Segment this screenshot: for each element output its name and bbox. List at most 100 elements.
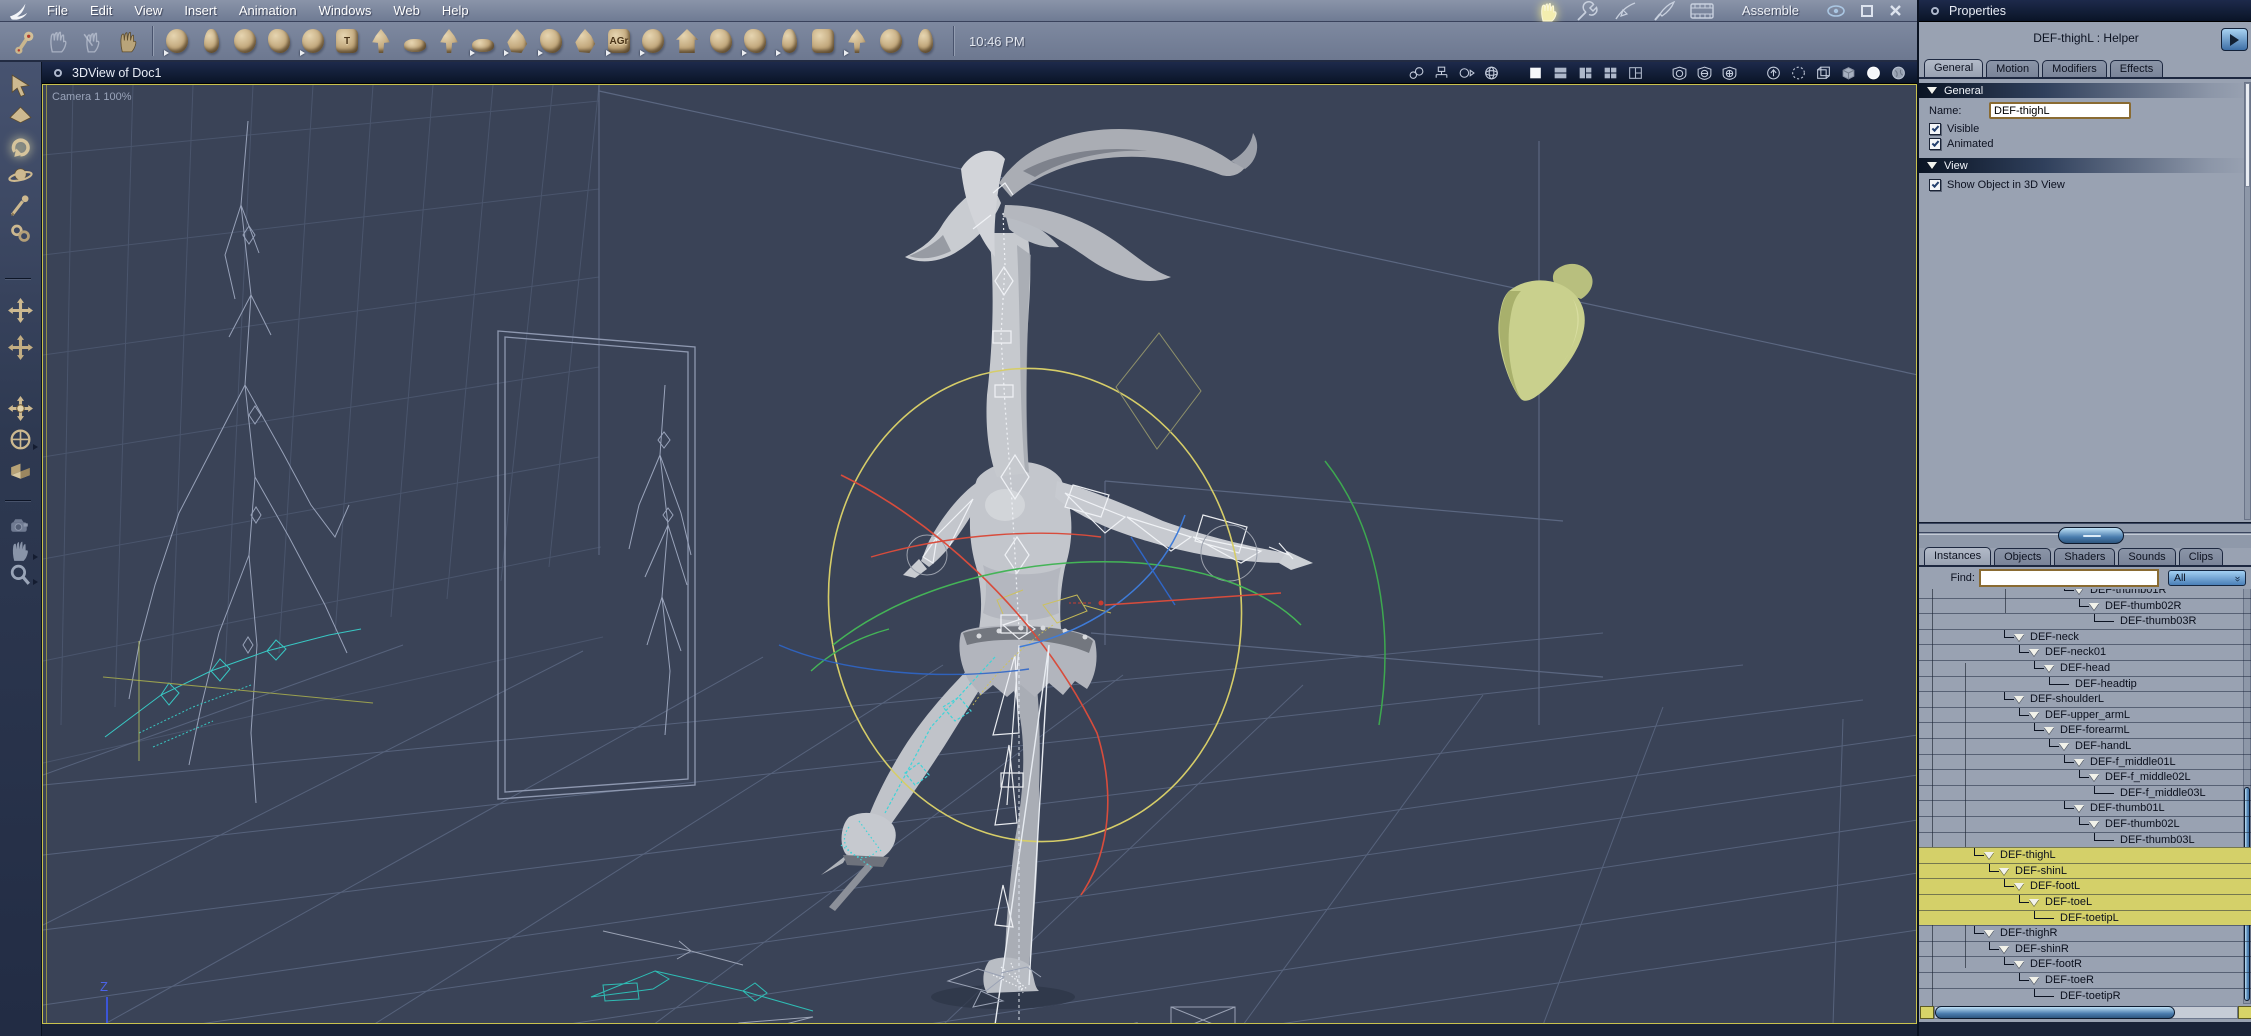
tree-row-DEF-toeL[interactable]: DEF-toeL <box>1919 894 2251 910</box>
checkbox[interactable] <box>1929 138 1941 150</box>
expand-triangle-icon[interactable] <box>2014 961 2024 969</box>
expand-triangle-icon[interactable] <box>1999 867 2009 875</box>
select-arrow-tool-icon[interactable] <box>7 72 34 99</box>
house-primitive-icon[interactable] <box>672 25 702 57</box>
filter-dropdown[interactable]: All » <box>2168 570 2246 586</box>
sphere-primitive-icon[interactable] <box>162 25 192 57</box>
vase-primitive-icon[interactable] <box>196 25 226 57</box>
checkbox-row-animated[interactable]: Animated <box>1929 137 1993 151</box>
tree-row-DEF-f_middle03L[interactable]: DEF-f_middle03L <box>1919 784 2251 801</box>
horizontal-scrollbar[interactable] <box>1919 1005 2251 1021</box>
camera-label[interactable]: Camera 1 100% <box>52 91 132 103</box>
crystal-primitive-icon[interactable] <box>570 25 600 57</box>
geosphere-primitive-icon[interactable] <box>230 25 260 57</box>
anything-grows-icon[interactable]: AGr <box>604 25 634 57</box>
layout-corner-icon[interactable] <box>1626 65 1644 80</box>
expand-triangle-icon[interactable] <box>2029 977 2039 984</box>
textured-shade-icon[interactable] <box>1889 65 1907 80</box>
expand-triangle-icon[interactable] <box>2014 633 2024 641</box>
wireframe-box-icon[interactable] <box>1814 65 1832 80</box>
gears-icon[interactable] <box>638 25 668 57</box>
move-xy-tool-icon[interactable] <box>7 297 34 324</box>
expand-triangle-icon[interactable] <box>2089 774 2099 782</box>
target-icon[interactable] <box>876 25 906 57</box>
tree-row-DEF-toetipL[interactable]: DEF-toetipL <box>1919 909 2251 926</box>
hand-modifier-icon[interactable] <box>740 25 770 57</box>
tree-row-DEF-head[interactable]: DEF-head <box>1919 660 2251 676</box>
tab-motion[interactable]: Motion <box>1986 60 2040 77</box>
tab-modifiers[interactable]: Modifiers <box>2042 60 2107 77</box>
fire-primitive-icon[interactable] <box>502 25 532 57</box>
texture-pen-room-icon[interactable] <box>1612 0 1640 22</box>
tree-row-DEF-shoulderL[interactable]: DEF-shoulderL <box>1919 691 2251 707</box>
tree-row-DEF-thighR[interactable]: DEF-thighR <box>1919 925 2251 941</box>
hand-pen-tool-icon[interactable] <box>78 26 108 56</box>
scene-canvas[interactable]: Z <box>43 85 1917 1024</box>
assemble-hand-room-icon[interactable] <box>1536 0 1564 22</box>
tab-instances[interactable]: Instances <box>1924 547 1992 565</box>
reference-plane-tool-icon[interactable] <box>7 459 34 486</box>
expand-triangle-icon[interactable] <box>2014 883 2024 891</box>
render-film-room-icon[interactable] <box>1688 0 1716 22</box>
tab-clips[interactable]: Clips <box>2178 548 2224 565</box>
tree-primitive-icon[interactable] <box>434 25 464 57</box>
link-tool-icon[interactable] <box>7 220 34 247</box>
trackball-rotate-tool-icon[interactable] <box>7 427 38 454</box>
cupped-hands-icon[interactable] <box>706 25 736 57</box>
scrollbar-thumb[interactable] <box>1935 1006 2175 1019</box>
zoom-tool-icon[interactable] <box>7 562 38 589</box>
expand-triangle-icon[interactable] <box>2029 899 2039 906</box>
scroll-corner-left[interactable] <box>1920 1006 1934 1019</box>
name-input[interactable] <box>1989 102 2131 119</box>
tree-row-DEF-thumb03R[interactable]: DEF-thumb03R <box>1919 613 2251 629</box>
tab-objects[interactable]: Objects <box>1994 548 2052 565</box>
wireframe-sphere-icon[interactable] <box>1789 65 1807 80</box>
pan-hand-tool-icon[interactable] <box>7 537 38 564</box>
tree-row-DEF-headtip[interactable]: DEF-headtip <box>1919 675 2251 692</box>
expand-triangle-icon[interactable] <box>1984 852 1994 860</box>
menu-animation[interactable]: Animation <box>228 3 308 18</box>
menu-file[interactable]: File <box>36 3 79 18</box>
splitter-handle[interactable] <box>2058 527 2124 544</box>
metaball-primitive-icon[interactable] <box>536 25 566 57</box>
caged-sphere-icon[interactable] <box>1482 65 1500 80</box>
maximize-icon[interactable] <box>1860 4 1874 18</box>
grab-hand-tool-icon[interactable] <box>43 26 73 56</box>
expand-triangle-icon[interactable] <box>2059 743 2069 750</box>
scale-tool-icon[interactable] <box>7 163 34 190</box>
expand-triangle-icon[interactable] <box>1984 930 1994 938</box>
camera-orbit-icon[interactable] <box>1457 65 1475 80</box>
bones-primitive-icon[interactable] <box>264 25 294 57</box>
checkbox[interactable] <box>1929 179 1941 191</box>
smooth-shade-icon[interactable] <box>1864 65 1882 80</box>
expand-triangle-icon[interactable] <box>2029 711 2039 719</box>
tree-row-DEF-shinL[interactable]: DEF-shinL <box>1919 862 2251 879</box>
checkbox-row-show-object-in-3d-view[interactable]: Show Object in 3D View <box>1929 178 2065 192</box>
tab-effects[interactable]: Effects <box>2109 60 2164 77</box>
tree-row-DEF-footL[interactable]: DEF-footL <box>1919 878 2251 894</box>
tree-row-DEF-thighL[interactable]: DEF-thighL <box>1919 847 2251 863</box>
bone-joint-tool-icon[interactable] <box>8 26 38 56</box>
menu-web[interactable]: Web <box>382 3 431 18</box>
panel-flyout-button[interactable] <box>2221 28 2248 51</box>
tree-row-DEF-thumb03L[interactable]: DEF-thumb03L <box>1919 831 2251 848</box>
spheres-icon[interactable] <box>1407 65 1425 80</box>
shield-sphere-icon-1[interactable] <box>1670 65 1688 80</box>
figures-icon[interactable] <box>842 25 872 57</box>
tree-row-DEF-forearmL[interactable]: DEF-forearmL <box>1919 722 2251 738</box>
particles-primitive-icon[interactable] <box>366 25 396 57</box>
tab-sounds[interactable]: Sounds <box>2118 548 2176 565</box>
expand-triangle-icon[interactable] <box>2044 665 2054 672</box>
layout-grid-icon[interactable] <box>1601 65 1619 80</box>
render-camera-tool-icon[interactable] <box>7 512 34 539</box>
rotate-tool-icon[interactable] <box>7 134 34 161</box>
3d-viewport[interactable]: Z Camera 1 100% <box>42 84 1917 1024</box>
tree-row-DEF-f_middle02L[interactable]: DEF-f_middle02L <box>1919 769 2251 785</box>
tree-row-DEF-toetipR[interactable]: DEF-toetipR <box>1919 987 2251 1004</box>
model-wrench-room-icon[interactable] <box>1574 0 1602 22</box>
expand-triangle-icon[interactable] <box>2044 727 2054 735</box>
shield-sphere-icon-2[interactable] <box>1695 65 1713 80</box>
expand-triangle-icon[interactable] <box>2089 821 2099 828</box>
terrain-primitive-icon[interactable] <box>400 25 430 57</box>
tab-shaders[interactable]: Shaders <box>2054 548 2116 565</box>
